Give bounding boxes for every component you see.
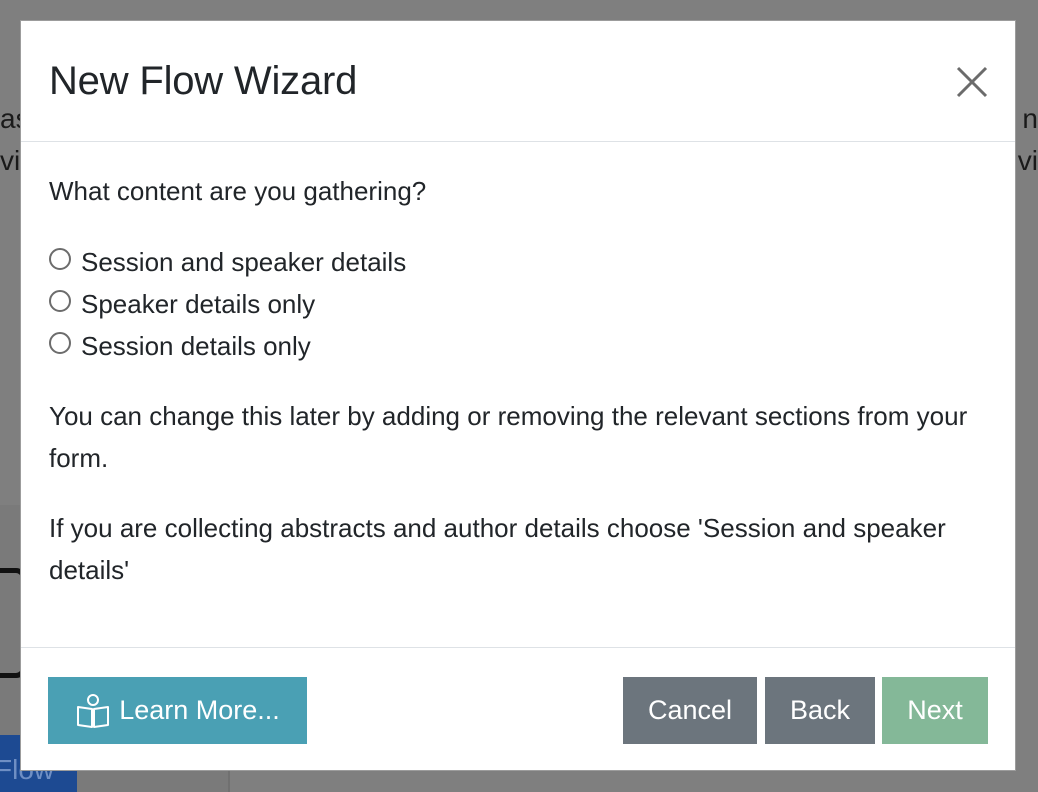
help-text-change-later: You can change this later by adding or r… [49, 401, 968, 473]
option-label[interactable]: Session details only [81, 325, 311, 367]
close-icon [956, 66, 988, 98]
background-text-left: asvi [0, 103, 20, 176]
background-text-right: n vi [1017, 103, 1038, 176]
new-flow-wizard-modal: New Flow Wizard What content are you gat… [20, 20, 1016, 771]
option-label[interactable]: Speaker details only [81, 283, 315, 325]
modal-title: New Flow Wizard [49, 59, 358, 103]
option-speaker-only[interactable]: Speaker details only [49, 283, 987, 325]
modal-footer: Learn More... Cancel Back Next [21, 647, 1015, 770]
radio-button[interactable] [49, 290, 71, 312]
question-text: What content are you gathering? [49, 176, 427, 206]
book-reader-icon [77, 693, 110, 728]
radio-button[interactable] [49, 332, 71, 354]
learn-more-label: Learn More... [119, 695, 280, 725]
option-label[interactable]: Session and speaker details [81, 241, 406, 283]
option-session-and-speaker[interactable]: Session and speaker details [49, 241, 987, 283]
radio-button[interactable] [49, 248, 71, 270]
close-button[interactable] [955, 65, 989, 99]
content-type-radio-group: Session and speaker details Speaker deta… [49, 241, 987, 367]
back-button[interactable]: Back [765, 677, 875, 744]
modal-header: New Flow Wizard [21, 21, 1015, 142]
learn-more-button[interactable]: Learn More... [48, 677, 307, 744]
help-text-abstracts: If you are collecting abstracts and auth… [49, 513, 946, 585]
next-button[interactable]: Next [882, 677, 988, 744]
modal-body: What content are you gathering? Session … [49, 171, 987, 591]
cancel-button[interactable]: Cancel [623, 677, 757, 744]
option-session-only[interactable]: Session details only [49, 325, 987, 367]
